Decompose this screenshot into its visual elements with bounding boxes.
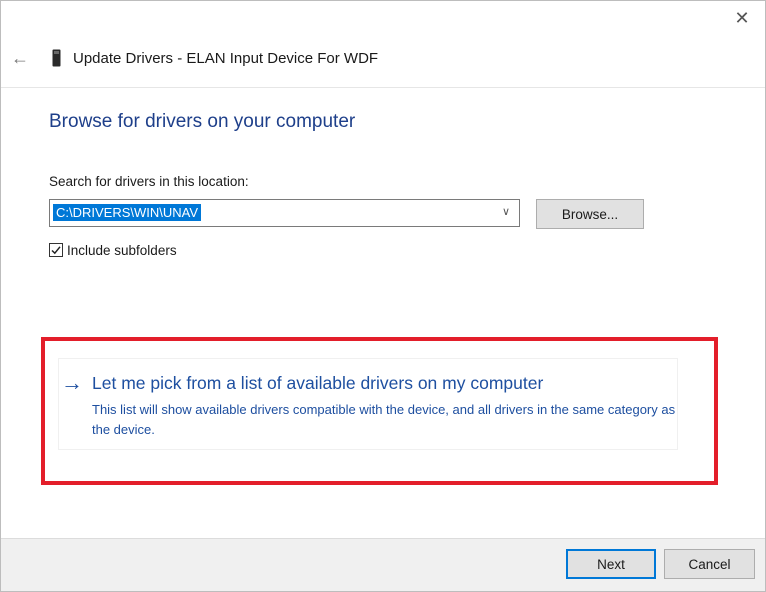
back-button[interactable]: ←	[9, 47, 31, 69]
dialog-footer: Next Cancel	[1, 538, 765, 591]
include-subfolders-label: Include subfolders	[67, 242, 177, 258]
include-subfolders-row[interactable]: Include subfolders	[49, 241, 177, 259]
window-title: Update Drivers - ELAN Input Device For W…	[73, 50, 379, 67]
driver-path-value[interactable]: C:\DRIVERS\WIN\UNAV	[53, 204, 202, 221]
chevron-down-icon[interactable]: ∨	[499, 205, 513, 219]
header-divider	[1, 87, 765, 88]
device-icon	[52, 49, 61, 67]
highlight-box	[41, 337, 718, 485]
update-drivers-window: ✕ ← Update Drivers - ELAN Input Device F…	[0, 0, 766, 592]
search-location-label: Search for drivers in this location:	[49, 174, 249, 189]
cancel-button[interactable]: Cancel	[664, 549, 755, 579]
checkmark-icon	[51, 246, 61, 255]
page-heading: Browse for drivers on your computer	[49, 111, 356, 132]
next-button[interactable]: Next	[566, 549, 656, 579]
close-button[interactable]: ✕	[729, 7, 755, 29]
driver-path-combobox[interactable]: C:\DRIVERS\WIN\UNAV ∨	[49, 199, 520, 227]
close-icon: ✕	[734, 7, 750, 28]
include-subfolders-checkbox[interactable]	[49, 243, 63, 257]
back-arrow-icon: ←	[11, 47, 29, 68]
browse-button[interactable]: Browse...	[536, 199, 644, 229]
title-row: ← Update Drivers - ELAN Input Device For…	[1, 39, 765, 79]
